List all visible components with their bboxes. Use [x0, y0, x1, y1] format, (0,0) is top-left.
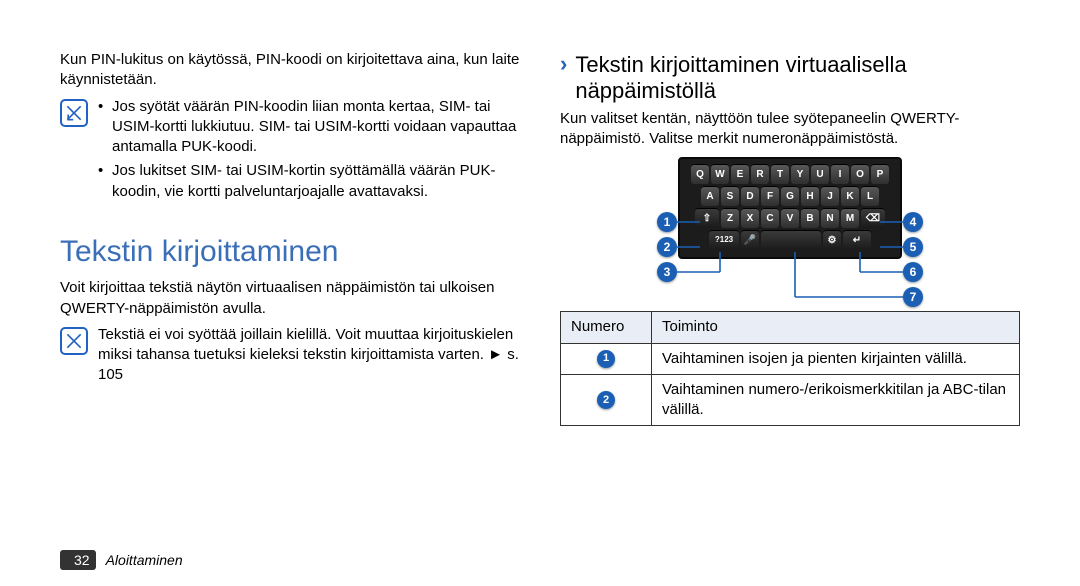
th-function: Toiminto	[652, 312, 1020, 343]
key-enter: ↵	[843, 230, 871, 250]
key-j: J	[821, 186, 839, 206]
footer-section-name: Aloittaminen	[106, 552, 183, 568]
cross-ref-arrow: ►	[488, 346, 503, 363]
keyboard-diagram: 1 2 3 4 5 6 7 Q	[665, 157, 915, 297]
row-text-1: Vaihtaminen isojen ja pienten kirjainten…	[652, 343, 1020, 374]
page-footer: 32 Aloittaminen	[60, 550, 183, 570]
subsection-intro: Kun valitset kentän, näyttöön tulee syöt…	[560, 109, 1020, 150]
note-bullet-2: Jos lukitset SIM- tai USIM-kortin syöttä…	[98, 161, 520, 202]
kbd-row-2: A S D F G H J K L	[685, 186, 895, 206]
key-n: N	[821, 208, 839, 228]
subsection-head: › Tekstin kirjoittaminen virtuaalisella …	[560, 52, 1020, 105]
callout-3: 3	[657, 262, 677, 282]
note-icon	[60, 99, 88, 127]
key-e: E	[731, 164, 749, 184]
key-p: P	[871, 164, 889, 184]
key-backspace: ⌫	[861, 208, 885, 228]
key-l: L	[861, 186, 879, 206]
key-y: Y	[791, 164, 809, 184]
key-k: K	[841, 186, 859, 206]
key-r: R	[751, 164, 769, 184]
key-t: T	[771, 164, 789, 184]
key-i: I	[831, 164, 849, 184]
page-number: 32	[60, 550, 96, 570]
key-mic: 🎤	[741, 230, 759, 250]
virtual-keyboard: Q W E R T Y U I O P A S D F G H	[678, 157, 902, 259]
row-num-2: 2	[597, 391, 615, 409]
callout-7: 7	[903, 287, 923, 307]
note-pin: Jos syötät väärän PIN-koodin liian monta…	[60, 97, 520, 206]
note-languages: Tekstiä ei voi syöttää joillain kielillä…	[60, 325, 520, 386]
key-g: G	[781, 186, 799, 206]
callout-6: 6	[903, 262, 923, 282]
key-settings: ⚙	[823, 230, 841, 250]
key-x: X	[741, 208, 759, 228]
section-intro: Voit kirjoittaa tekstiä näytön virtuaali…	[60, 278, 520, 319]
row-text-2: Vaihtaminen numero-/erikoismerkkitilan j…	[652, 374, 1020, 426]
key-q: Q	[691, 164, 709, 184]
note-bullets: Jos syötät väärän PIN-koodin liian monta…	[98, 97, 520, 206]
note-languages-text: Tekstiä ei voi syöttää joillain kielillä…	[98, 325, 520, 386]
pin-lead: Kun PIN-lukitus on käytössä, PIN-koodi o…	[60, 50, 520, 91]
row-num-1: 1	[597, 350, 615, 368]
key-mode: ?123	[709, 230, 739, 250]
key-a: A	[701, 186, 719, 206]
chevron-icon: ›	[560, 52, 567, 76]
key-h: H	[801, 186, 819, 206]
key-f: F	[761, 186, 779, 206]
key-s: S	[721, 186, 739, 206]
section-title: Tekstin kirjoittaminen	[60, 232, 520, 273]
key-d: D	[741, 186, 759, 206]
key-b: B	[801, 208, 819, 228]
key-z: Z	[721, 208, 739, 228]
kbd-row-1: Q W E R T Y U I O P	[685, 164, 895, 184]
note-icon	[60, 327, 88, 355]
table-row: 2 Vaihtaminen numero-/erikoismerkkitilan…	[561, 374, 1020, 426]
key-u: U	[811, 164, 829, 184]
key-o: O	[851, 164, 869, 184]
key-m: M	[841, 208, 859, 228]
kbd-row-3: ⇧ Z X C V B N M ⌫	[685, 208, 895, 228]
callout-4: 4	[903, 212, 923, 232]
table-row: 1 Vaihtaminen isojen ja pienten kirjaint…	[561, 343, 1020, 374]
callout-1: 1	[657, 212, 677, 232]
key-space	[761, 230, 821, 250]
kbd-row-4: ?123 🎤 ⚙ ↵	[685, 230, 895, 250]
key-shift: ⇧	[695, 208, 719, 228]
subsection-title: Tekstin kirjoittaminen virtuaalisella nä…	[575, 52, 1020, 105]
th-number: Numero	[561, 312, 652, 343]
key-v: V	[781, 208, 799, 228]
key-w: W	[711, 164, 729, 184]
callout-2: 2	[657, 237, 677, 257]
callout-5: 5	[903, 237, 923, 257]
key-c: C	[761, 208, 779, 228]
function-table: Numero Toiminto 1 Vaihtaminen isojen ja …	[560, 311, 1020, 426]
note-bullet-1: Jos syötät väärän PIN-koodin liian monta…	[98, 97, 520, 158]
